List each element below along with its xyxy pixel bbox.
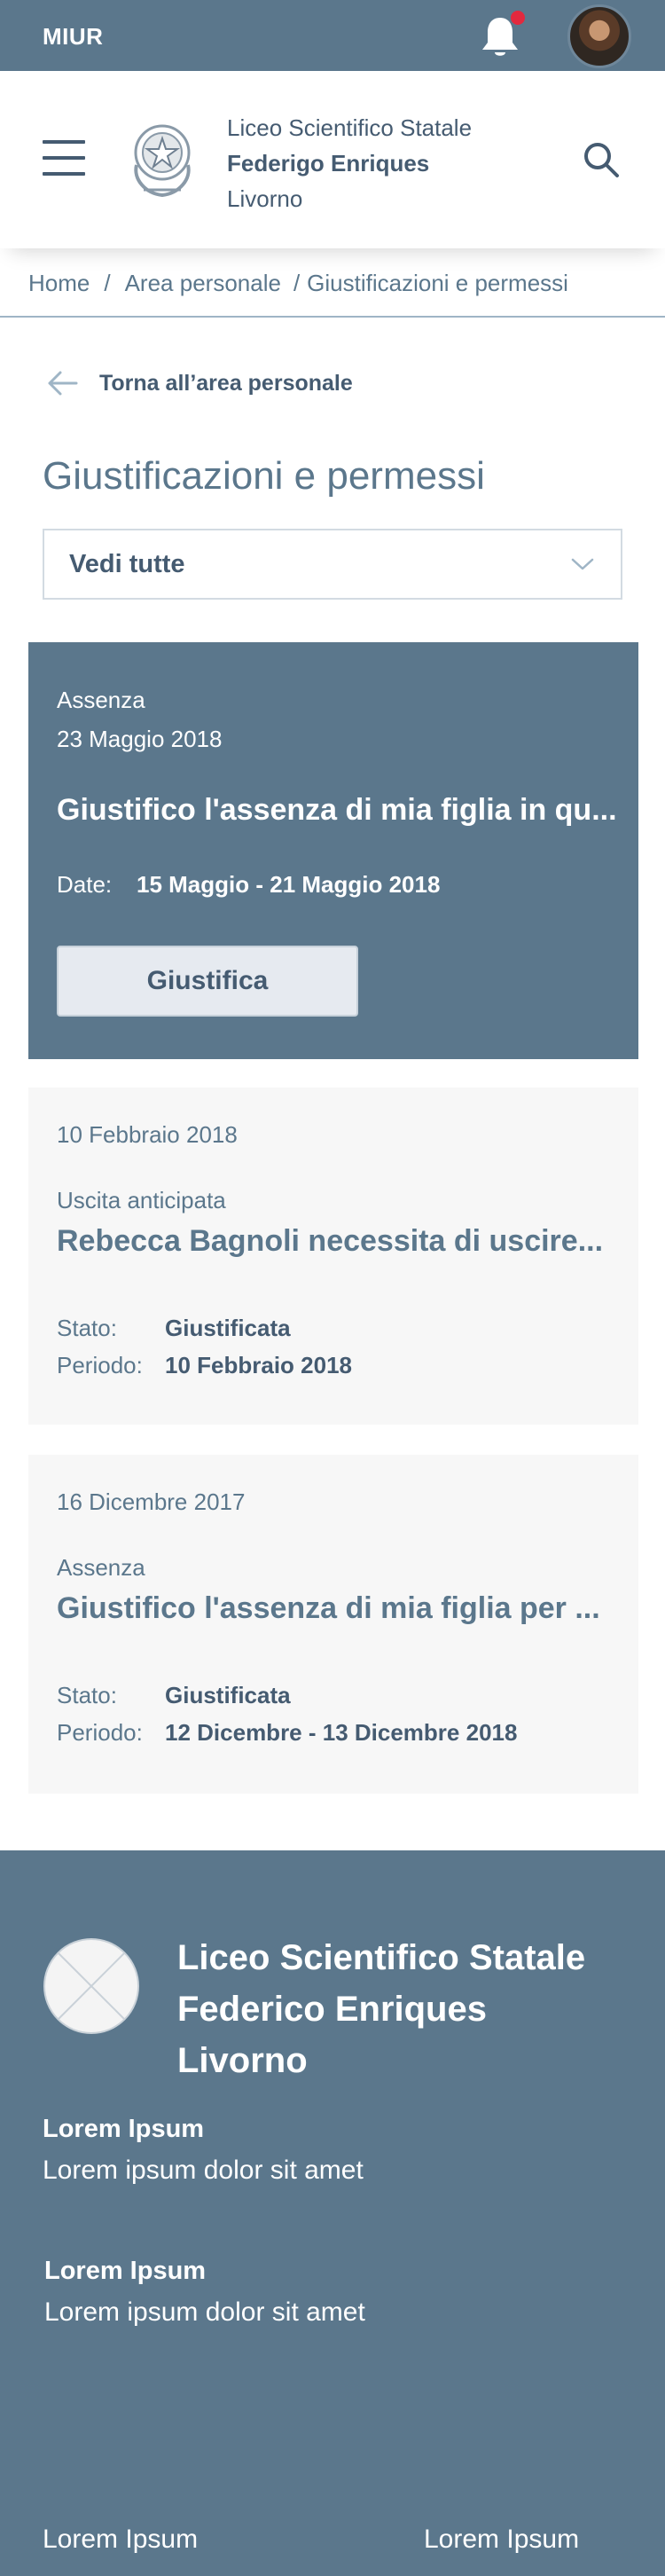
breadcrumb-divider bbox=[0, 316, 665, 318]
card-status: Stato: Giustificata bbox=[57, 1315, 291, 1342]
giustifica-button[interactable]: Giustifica bbox=[57, 946, 358, 1017]
school-line2: Federigo Enriques bbox=[227, 150, 430, 177]
card-date: 16 Dicembre 2017 bbox=[57, 1488, 246, 1515]
card-category: Assenza bbox=[57, 687, 145, 713]
stato-label: Stato: bbox=[57, 1682, 117, 1708]
card-category: Uscita anticipata bbox=[57, 1187, 226, 1213]
school-name[interactable]: Liceo Scientifico Statale Federigo Enriq… bbox=[227, 110, 472, 216]
stato-label: Stato: bbox=[57, 1315, 117, 1341]
stato-value: Giustificata bbox=[165, 1315, 291, 1341]
notifications-button[interactable] bbox=[479, 9, 527, 60]
stato-value: Giustificata bbox=[165, 1682, 291, 1708]
breadcrumb: Home / Area personale / Giustificazioni e pe… bbox=[28, 270, 568, 297]
footer-title-line2: Federico Enriques bbox=[177, 1990, 487, 2029]
placeholder-logo-icon bbox=[43, 1938, 139, 2034]
chevron-down-icon bbox=[571, 558, 594, 570]
menu-hamburger-icon[interactable] bbox=[43, 140, 85, 176]
site-header: Liceo Scientifico Statale Federigo Enriq… bbox=[0, 71, 665, 248]
arrow-left-icon bbox=[48, 371, 78, 396]
back-link-label: Torna all’area personale bbox=[99, 370, 353, 396]
card-period: Periodo: 10 Febbraio 2018 bbox=[57, 1352, 352, 1379]
footer-block-text: Lorem ipsum dolor sit amet bbox=[44, 2297, 365, 2327]
filter-selected-value: Vedi tutte bbox=[69, 550, 185, 578]
breadcrumb-current: Giustificazioni e permessi bbox=[307, 270, 568, 296]
featured-request-card: Assenza 23 Maggio 2018 Giustifico l'asse… bbox=[28, 642, 638, 1059]
footer-school-name: Liceo Scientifico Statale Federico Enriq… bbox=[177, 1932, 585, 2086]
card-status: Stato: Giustificata bbox=[57, 1682, 291, 1709]
back-link[interactable]: Torna all’area personale bbox=[46, 365, 401, 401]
card-period: Periodo: 12 Dicembre - 13 Dicembre 2018 bbox=[57, 1719, 517, 1747]
breadcrumb-home[interactable]: Home bbox=[28, 270, 90, 296]
filter-select[interactable]: Vedi tutte bbox=[43, 529, 622, 600]
date-range-value: 15 Maggio - 21 Maggio 2018 bbox=[137, 871, 441, 898]
card-title[interactable]: Giustifico l'assenza di mia figlia in qu… bbox=[57, 793, 617, 828]
footer-link-left[interactable]: Lorem Ipsum bbox=[43, 2525, 198, 2555]
notification-dot bbox=[509, 9, 527, 27]
card-date: 10 Febbraio 2018 bbox=[57, 1121, 238, 1148]
miur-brand[interactable]: MIUR bbox=[43, 23, 103, 51]
footer-title-line1: Liceo Scientifico Statale bbox=[177, 1938, 586, 1977]
card-title[interactable]: Rebecca Bagnoli necessita di uscire... bbox=[57, 1224, 603, 1259]
periodo-value: 10 Febbraio 2018 bbox=[165, 1352, 352, 1378]
breadcrumb-separator: / bbox=[104, 270, 111, 296]
request-card: 16 Dicembre 2017 Assenza Giustifico l'as… bbox=[28, 1455, 638, 1794]
request-card: 10 Febbraio 2018 Uscita anticipata Rebec… bbox=[28, 1088, 638, 1425]
footer-link-right[interactable]: Lorem Ipsum bbox=[424, 2525, 579, 2555]
page-title: Giustificazioni e permessi bbox=[43, 454, 485, 498]
date-label: Date: bbox=[57, 871, 113, 898]
card-category: Assenza bbox=[57, 1554, 145, 1581]
search-icon[interactable] bbox=[582, 140, 621, 179]
footer-block-title: Lorem Ipsum bbox=[44, 2257, 207, 2285]
footer-block-text: Lorem ipsum dolor sit amet bbox=[43, 2156, 364, 2185]
republic-emblem-icon bbox=[134, 124, 191, 198]
periodo-value: 12 Dicembre - 13 Dicembre 2018 bbox=[165, 1719, 518, 1746]
school-line1: Liceo Scientifico Statale bbox=[227, 114, 473, 141]
top-bar: MIUR bbox=[0, 0, 665, 71]
user-avatar[interactable] bbox=[567, 4, 631, 68]
periodo-label: Periodo: bbox=[57, 1352, 143, 1378]
card-title[interactable]: Giustifico l'assenza di mia figlia per .… bbox=[57, 1591, 600, 1626]
site-footer: Liceo Scientifico Statale Federico Enriq… bbox=[0, 1850, 665, 2576]
card-date: 23 Maggio 2018 bbox=[57, 726, 223, 752]
footer-title-line3: Livorno bbox=[177, 2041, 308, 2080]
card-date-range: Date: 15 Maggio - 21 Maggio 2018 bbox=[57, 871, 440, 899]
footer-block-title: Lorem Ipsum bbox=[43, 2115, 205, 2143]
periodo-label: Periodo: bbox=[57, 1719, 143, 1746]
breadcrumb-area-personale[interactable]: Area personale bbox=[125, 270, 281, 296]
school-line3: Livorno bbox=[227, 185, 303, 212]
breadcrumb-separator: / bbox=[293, 270, 301, 296]
